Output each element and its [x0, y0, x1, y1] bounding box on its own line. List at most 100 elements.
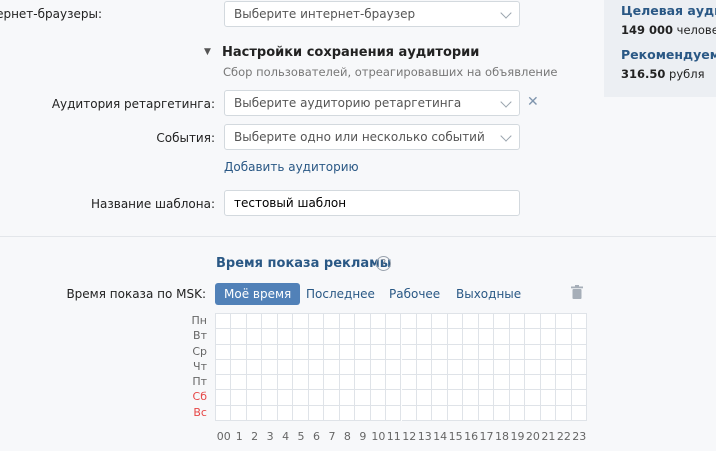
schedule-cell[interactable]: [216, 405, 232, 421]
schedule-cell[interactable]: [525, 359, 541, 376]
schedule-cell[interactable]: [478, 344, 495, 360]
schedule-cell[interactable]: [370, 405, 387, 421]
schedule-cell[interactable]: [509, 329, 526, 345]
schedule-cell[interactable]: [432, 390, 448, 406]
schedule-cell[interactable]: [339, 329, 356, 345]
schedule-cell[interactable]: [216, 390, 232, 406]
schedule-cell[interactable]: [416, 390, 433, 406]
close-icon[interactable]: ✕: [527, 95, 539, 109]
schedule-cell[interactable]: [571, 375, 587, 391]
schedule-cell[interactable]: [370, 390, 387, 406]
schedule-cell[interactable]: [386, 314, 402, 330]
schedule-cell[interactable]: [509, 344, 526, 360]
schedule-cell[interactable]: [525, 390, 541, 406]
schedule-cell[interactable]: [246, 405, 263, 421]
schedule-cell[interactable]: [293, 375, 309, 391]
schedule-cell[interactable]: [355, 344, 371, 360]
schedule-cell[interactable]: [355, 314, 371, 330]
schedule-cell[interactable]: [525, 375, 541, 391]
schedule-cell[interactable]: [386, 344, 402, 360]
schedule-cell[interactable]: [339, 359, 356, 376]
schedule-cell[interactable]: [571, 314, 587, 330]
schedule-cell[interactable]: [386, 390, 402, 406]
retarget-select[interactable]: Выберите аудиторию ретаргетинга: [224, 90, 520, 116]
schedule-cell[interactable]: [571, 359, 587, 376]
schedule-cell[interactable]: [262, 390, 278, 406]
schedule-cell[interactable]: [556, 314, 572, 330]
schedule-cell[interactable]: [478, 375, 495, 391]
schedule-cell[interactable]: [540, 314, 557, 330]
schedule-cell[interactable]: [432, 344, 448, 360]
schedule-cell[interactable]: [231, 344, 247, 360]
schedule-cell[interactable]: [478, 405, 495, 421]
schedule-cell[interactable]: [447, 314, 464, 330]
schedule-cell[interactable]: [262, 314, 278, 330]
schedule-cell[interactable]: [216, 344, 232, 360]
schedule-cell[interactable]: [324, 375, 340, 391]
schedule-cell[interactable]: [246, 329, 263, 345]
schedule-cell[interactable]: [231, 359, 247, 376]
schedule-cell[interactable]: [540, 405, 557, 421]
schedule-cell[interactable]: [246, 359, 263, 376]
schedule-cell[interactable]: [478, 359, 495, 376]
schedule-cell[interactable]: [556, 359, 572, 376]
schedule-cell[interactable]: [447, 344, 464, 360]
schedule-cell[interactable]: [386, 359, 402, 376]
schedule-cell[interactable]: [540, 390, 557, 406]
schedule-cell[interactable]: [370, 344, 387, 360]
schedule-cell[interactable]: [262, 359, 278, 376]
schedule-cell[interactable]: [556, 375, 572, 391]
schedule-cell[interactable]: [370, 375, 387, 391]
schedule-cell[interactable]: [416, 344, 433, 360]
schedule-cell[interactable]: [231, 405, 247, 421]
schedule-cell[interactable]: [308, 329, 325, 345]
schedule-cell[interactable]: [416, 405, 433, 421]
schedule-cell[interactable]: [401, 329, 417, 345]
schedule-cell[interactable]: [571, 329, 587, 345]
schedule-cell[interactable]: [308, 344, 325, 360]
schedule-cell[interactable]: [324, 329, 340, 345]
schedule-cell[interactable]: [246, 375, 263, 391]
schedule-cell[interactable]: [571, 344, 587, 360]
schedule-cell[interactable]: [324, 390, 340, 406]
schedule-cell[interactable]: [494, 405, 510, 421]
schedule-cell[interactable]: [262, 405, 278, 421]
schedule-cell[interactable]: [355, 375, 371, 391]
schedule-cell[interactable]: [308, 375, 325, 391]
schedule-cell[interactable]: [556, 329, 572, 345]
schedule-cell[interactable]: [416, 329, 433, 345]
schedule-cell[interactable]: [509, 405, 526, 421]
schedule-cell[interactable]: [540, 375, 557, 391]
schedule-cell[interactable]: [339, 375, 356, 391]
schedule-cell[interactable]: [494, 329, 510, 345]
schedule-cell[interactable]: [556, 390, 572, 406]
schedule-cell[interactable]: [401, 359, 417, 376]
events-select[interactable]: Выберите одно или несколько событий: [224, 124, 520, 150]
schedule-cell[interactable]: [447, 359, 464, 376]
schedule-cell[interactable]: [293, 329, 309, 345]
schedule-cell[interactable]: [447, 375, 464, 391]
schedule-cell[interactable]: [447, 390, 464, 406]
schedule-cell[interactable]: [277, 390, 294, 406]
schedule-cell[interactable]: [293, 390, 309, 406]
schedule-cell[interactable]: [246, 390, 263, 406]
schedule-cell[interactable]: [277, 314, 294, 330]
schedule-cell[interactable]: [308, 390, 325, 406]
schedule-grid[interactable]: [215, 313, 587, 421]
trash-icon[interactable]: [571, 285, 583, 299]
schedule-cell[interactable]: [463, 344, 479, 360]
template-name-input[interactable]: тестовый шаблон: [224, 190, 520, 216]
schedule-cell[interactable]: [401, 314, 417, 330]
schedule-cell[interactable]: [246, 314, 263, 330]
schedule-cell[interactable]: [416, 359, 433, 376]
schedule-cell[interactable]: [277, 329, 294, 345]
schedule-cell[interactable]: [293, 359, 309, 376]
schedule-cell[interactable]: [324, 344, 340, 360]
schedule-cell[interactable]: [231, 329, 247, 345]
schedule-cell[interactable]: [339, 314, 356, 330]
schedule-cell[interactable]: [401, 405, 417, 421]
schedule-cell[interactable]: [370, 329, 387, 345]
schedule-cell[interactable]: [355, 390, 371, 406]
schedule-cell[interactable]: [494, 344, 510, 360]
schedule-cell[interactable]: [494, 314, 510, 330]
